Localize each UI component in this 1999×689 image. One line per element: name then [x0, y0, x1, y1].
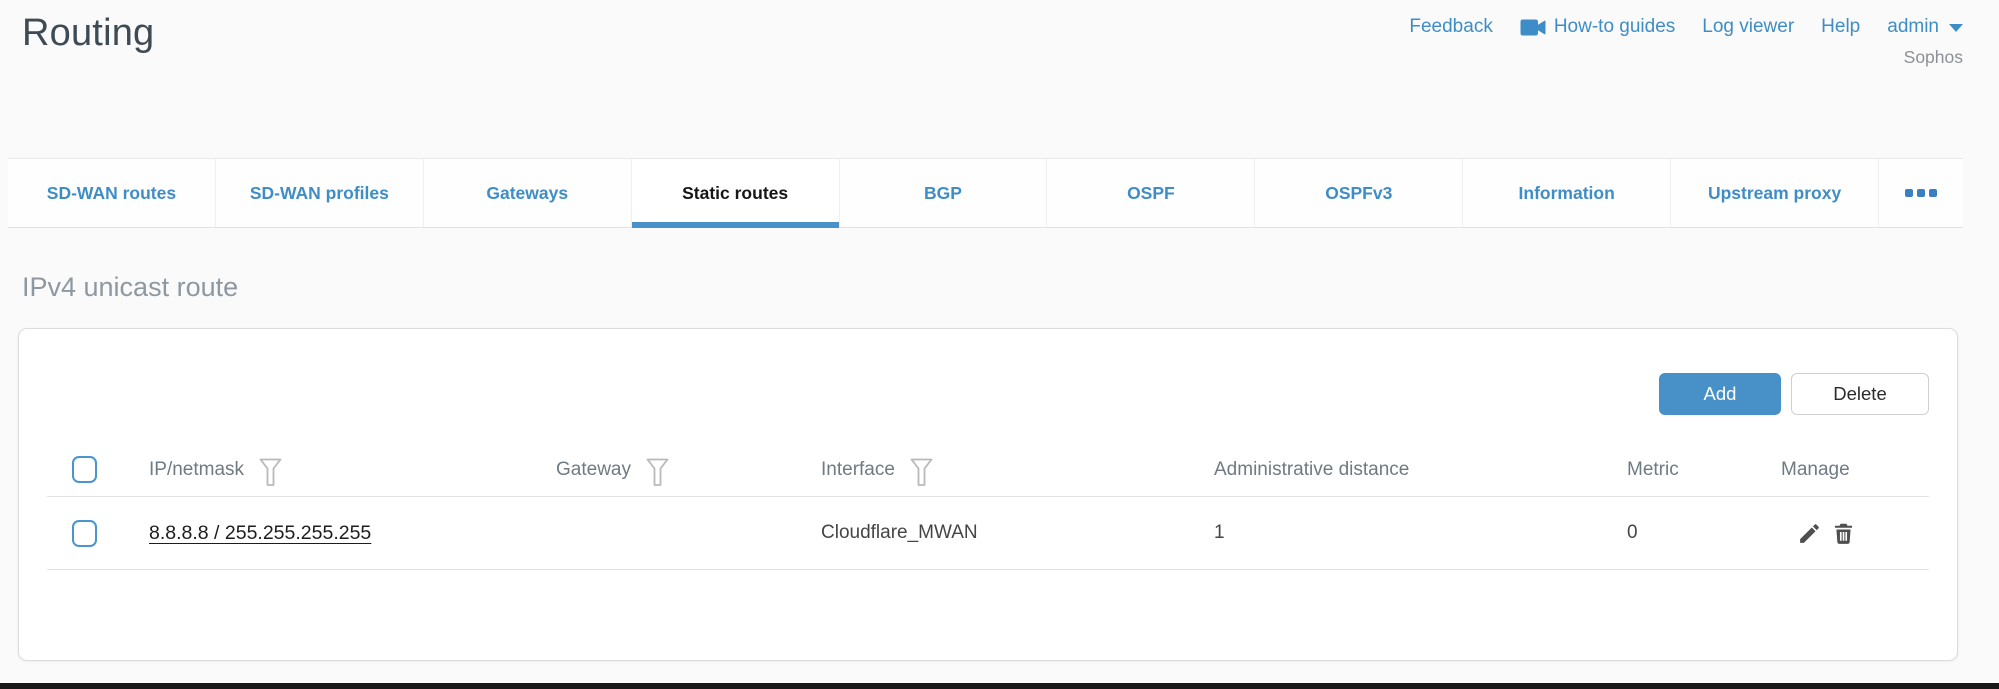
row-checkbox[interactable]: [72, 520, 97, 547]
page-header: Routing Feedback How-to guides Log viewe…: [0, 0, 1999, 158]
manage-cell: [1781, 521, 1929, 546]
column-header-metric: Metric: [1627, 459, 1679, 481]
delete-button[interactable]: Delete: [1791, 373, 1929, 415]
column-header-manage: Manage: [1781, 459, 1850, 481]
tab-sd-wan-routes[interactable]: SD-WAN routes: [8, 159, 216, 227]
admin-menu[interactable]: admin: [1887, 16, 1963, 38]
help-link[interactable]: Help: [1821, 16, 1860, 38]
column-header-administrative-distance: Administrative distance: [1214, 459, 1409, 481]
utility-nav: Feedback How-to guides Log viewer Help a…: [1409, 16, 1963, 38]
header-utility-area: Feedback How-to guides Log viewer Help a…: [1409, 16, 1963, 68]
video-camera-icon: [1520, 19, 1546, 36]
ellipsis-icon: [1929, 189, 1937, 197]
column-header-ip-netmask: IP/netmask: [149, 459, 244, 481]
howto-guides-link[interactable]: How-to guides: [1520, 16, 1675, 38]
tab-bgp[interactable]: BGP: [840, 159, 1048, 227]
tab-more-menu[interactable]: [1879, 159, 1963, 227]
select-all-checkbox[interactable]: [72, 456, 97, 483]
table-toolbar: Add Delete: [47, 373, 1929, 415]
ellipsis-icon: [1917, 189, 1925, 197]
trash-icon[interactable]: [1831, 521, 1856, 546]
table-row: 8.8.8.8 / 255.255.255.255 Cloudflare_MWA…: [47, 497, 1929, 570]
main-content: IPv4 unicast route Add Delete IP/netmask…: [0, 272, 1999, 661]
brand-label: Sophos: [1904, 47, 1963, 68]
tab-static-routes[interactable]: Static routes: [632, 159, 840, 227]
tab-ospf[interactable]: OSPF: [1047, 159, 1255, 227]
tab-sd-wan-profiles[interactable]: SD-WAN profiles: [216, 159, 424, 227]
funnel-icon[interactable]: [259, 458, 282, 487]
log-viewer-link[interactable]: Log viewer: [1702, 16, 1794, 38]
ipv4-unicast-route-panel: Add Delete IP/netmask Gateway: [18, 328, 1958, 661]
chevron-down-icon: [1949, 24, 1963, 32]
ellipsis-icon: [1905, 189, 1913, 197]
section-heading: IPv4 unicast route: [22, 272, 1999, 303]
page-title: Routing: [22, 12, 154, 55]
administrative-distance-cell: 1: [1214, 522, 1627, 544]
add-button[interactable]: Add: [1659, 373, 1781, 415]
bottom-edge: [0, 683, 1999, 689]
column-header-gateway: Gateway: [556, 459, 631, 481]
funnel-icon[interactable]: [646, 458, 669, 487]
column-header-interface: Interface: [821, 459, 895, 481]
funnel-icon[interactable]: [910, 458, 933, 487]
tab-information[interactable]: Information: [1463, 159, 1671, 227]
route-link[interactable]: 8.8.8.8 / 255.255.255.255: [149, 522, 371, 545]
tab-bar: SD-WAN routes SD-WAN profiles Gateways S…: [8, 158, 1963, 228]
interface-cell: Cloudflare_MWAN: [821, 522, 1214, 544]
feedback-link[interactable]: Feedback: [1409, 16, 1492, 38]
tab-ospfv3[interactable]: OSPFv3: [1255, 159, 1463, 227]
static-routes-table: IP/netmask Gateway Interface: [47, 443, 1929, 570]
tab-upstream-proxy[interactable]: Upstream proxy: [1671, 159, 1879, 227]
tab-gateways[interactable]: Gateways: [424, 159, 632, 227]
pencil-icon[interactable]: [1797, 521, 1822, 546]
table-header-row: IP/netmask Gateway Interface: [47, 443, 1929, 497]
metric-cell: 0: [1627, 522, 1781, 544]
